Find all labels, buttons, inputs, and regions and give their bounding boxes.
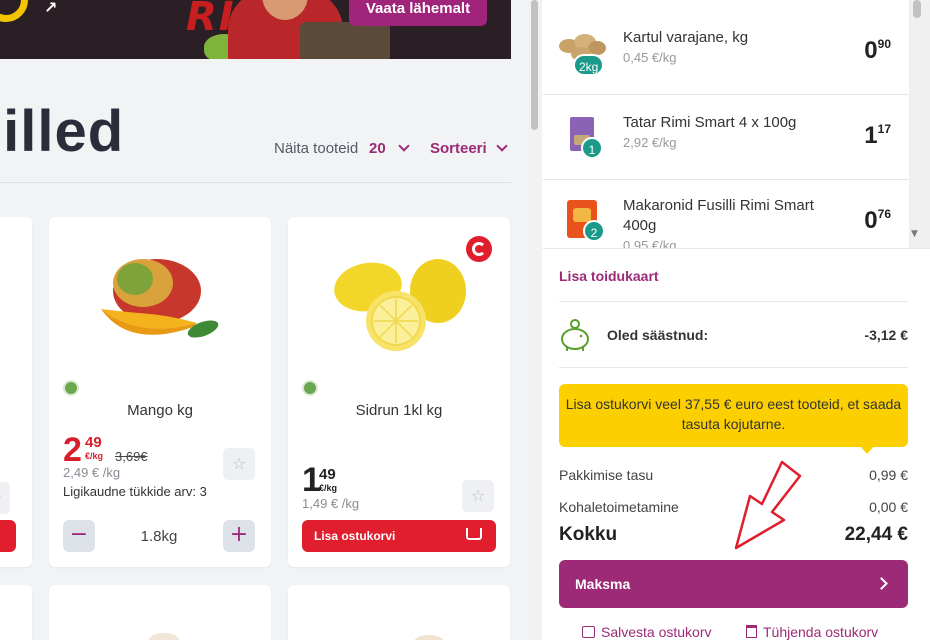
checkout-button[interactable]: Maksma [559, 560, 908, 608]
promo-badge-icon [466, 236, 492, 262]
empty-cart-link[interactable]: Tühjenda ostukorv [746, 624, 878, 640]
product-card[interactable]: ☆ [0, 217, 32, 567]
quantity-badge: 2kg [573, 54, 605, 76]
cart-item[interactable]: 2 Makaronid Fusilli Rimi Smart 400g 0,95… [543, 180, 909, 248]
scroll-down-arrow-icon[interactable]: ▼ [911, 229, 918, 239]
banner-arrow-icon: ↗ [44, 0, 58, 17]
cart-item-name[interactable]: Kartul varajane, kg [623, 28, 833, 48]
total-label: Kokku [559, 524, 618, 545]
lemon-image [334, 259, 466, 351]
promo-banner: ↗ RIMI Vaata lähemalt [0, 0, 511, 59]
divider [559, 367, 908, 368]
price-unit: €/kg [319, 483, 338, 493]
cart-item-name[interactable]: Tatar Rimi Smart 4 x 100g [623, 113, 833, 133]
quantity-increase-button[interactable]: + [223, 520, 255, 552]
page-size-select[interactable]: 20 [369, 140, 386, 157]
add-meal-plan-link[interactable]: Lisa toidukaart [559, 268, 659, 284]
product-card[interactable] [49, 585, 271, 640]
delivery-fee-label: Kohaletoimetamine [559, 499, 679, 515]
piggy-bank-icon [561, 319, 589, 351]
chevron-down-icon[interactable] [398, 140, 410, 152]
empty-cart-label: Tühjenda ostukorv [763, 624, 879, 640]
add-to-cart-label: Lisa ostukorvi [314, 529, 396, 543]
rimi-logo [0, 0, 28, 22]
product-image [149, 633, 179, 640]
star-icon[interactable]: ☆ [462, 480, 494, 512]
page-title: lilled [0, 99, 125, 164]
banner-more-button[interactable]: Vaata lähemalt [349, 0, 487, 26]
save-cart-link[interactable]: Salvesta ostukorv [582, 624, 712, 640]
quantity-badge: 1 [581, 137, 603, 159]
divider [0, 182, 511, 183]
star-icon[interactable]: ☆ [223, 448, 255, 480]
product-card[interactable] [288, 585, 510, 640]
product-card[interactable] [0, 585, 32, 640]
eco-icon [63, 380, 79, 396]
banner-bag [300, 22, 390, 59]
product-name[interactable]: Sidrun 1kl kg [288, 402, 510, 419]
product-card[interactable]: Sidrun 1kl kg 1 49 €/kg 1,49 € /kg ☆ Lis… [288, 217, 510, 567]
cart-item[interactable]: 2kg Kartul varajane, kg 0,45 €/kg 090 [543, 10, 909, 95]
eco-icon [302, 380, 318, 396]
cart-items-scrollbar-thumb[interactable] [913, 0, 921, 18]
unit-price: 1,49 € /kg [302, 496, 360, 511]
scrollbar-thumb[interactable] [531, 0, 538, 130]
star-icon[interactable]: ☆ [0, 482, 10, 514]
trash-icon [746, 625, 757, 638]
cart-item-unit-price: 0,45 €/kg [623, 50, 677, 65]
quantity-decrease-button[interactable]: − [63, 520, 95, 552]
packing-fee-value: 0,99 € [869, 467, 908, 483]
add-to-cart-button[interactable]: Lisa ostukorvi [302, 520, 496, 552]
cart-item-price: 076 [864, 207, 891, 234]
notice-pointer [860, 446, 874, 454]
price-cents: 49 [319, 466, 336, 483]
chevron-right-icon [875, 577, 888, 590]
chevron-down-icon[interactable] [496, 140, 508, 152]
product-listing: ↗ RIMI Vaata lähemalt lilled Näita toote… [0, 0, 528, 640]
annotation-arrow-icon [734, 460, 802, 550]
divider [543, 248, 930, 249]
savings-value: -3,12 € [864, 327, 908, 343]
sort-select[interactable]: Sorteeri [430, 140, 487, 157]
price-int: 1 [302, 461, 321, 499]
cart-item-unit-price: 2,92 €/kg [623, 135, 677, 150]
cart-items-scrollbar[interactable] [909, 0, 930, 248]
total-value: 22,44 € [844, 524, 908, 545]
old-price: 3,69€ [115, 449, 148, 464]
divider [559, 301, 908, 302]
piece-count-note: Ligikaudne tükkide arv: 3 [63, 484, 207, 499]
mango-image [101, 259, 219, 338]
cart-item-unit-price: 0,95 €/kg [623, 238, 677, 248]
page-size-label: Näita tooteid [274, 140, 359, 157]
price-cents: 49 [85, 434, 102, 451]
price-int: 2 [63, 431, 82, 469]
cart-item[interactable]: 1 Tatar Rimi Smart 4 x 100g 2,92 €/kg 11… [543, 95, 909, 180]
cart-item-price: 090 [864, 37, 891, 64]
add-to-cart-button[interactable] [0, 520, 16, 552]
checkout-label: Maksma [575, 576, 631, 592]
unit-price: 2,49 € /kg [63, 465, 121, 480]
product-card[interactable]: Mango kg 2 49 €/kg 3,69€ 2,49 € /kg Ligi… [49, 217, 271, 567]
cart-icon [466, 528, 482, 540]
free-delivery-notice: Lisa ostukorvi veel 37,55 € euro eest to… [559, 384, 908, 447]
packing-fee-label: Pakkimise tasu [559, 467, 654, 483]
quantity-value[interactable]: 1.8kg [109, 528, 209, 545]
save-cart-label: Salvesta ostukorv [601, 624, 712, 640]
save-icon [582, 626, 595, 638]
product-name[interactable]: Mango kg [49, 402, 271, 419]
cart-item-price: 117 [864, 122, 891, 149]
price-unit: €/kg [85, 451, 104, 461]
delivery-fee-value: 0,00 € [869, 499, 908, 515]
savings-label: Oled säästnud: [607, 327, 709, 343]
product-image [414, 635, 444, 640]
quantity-badge: 2 [583, 220, 605, 242]
cart-item-name[interactable]: Makaronid Fusilli Rimi Smart 400g [623, 196, 833, 236]
